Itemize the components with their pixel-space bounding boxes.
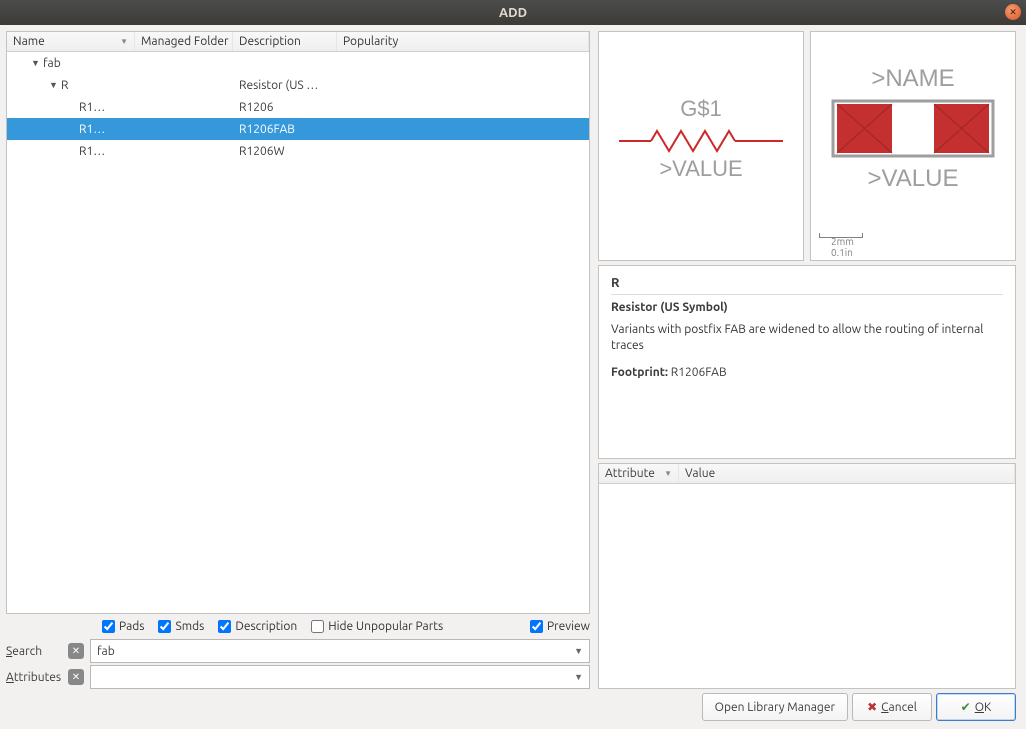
clear-search-button[interactable]: ✕ <box>68 643 84 659</box>
svg-text:>VALUE: >VALUE <box>868 165 959 192</box>
tree-cell-name: R1… <box>7 101 135 114</box>
tree-cell-desc: Resistor (US … <box>233 79 337 92</box>
attribute-table[interactable]: Attribute ▼ Value <box>598 463 1016 689</box>
expand-icon[interactable]: ▼ <box>31 58 39 68</box>
cancel-button[interactable]: ✖ Cancel <box>852 693 932 721</box>
tree-header: Name ▼ Managed Folder Description Popula… <box>7 32 589 52</box>
tree-node-name: fab <box>43 57 61 70</box>
left-column: Name ▼ Managed Folder Description Popula… <box>6 31 590 689</box>
attr-col-attribute[interactable]: Attribute ▼ <box>599 464 679 483</box>
tree-cell-name: ▼R <box>7 79 135 92</box>
tree-cell-name: R1… <box>7 145 135 158</box>
attributes-label: Attributes <box>6 671 62 684</box>
component-heading: R <box>611 276 1003 290</box>
footprint-value: R1206FAB <box>671 366 727 379</box>
attributes-input[interactable]: ▼ <box>90 665 590 689</box>
component-tree[interactable]: Name ▼ Managed Folder Description Popula… <box>6 31 590 614</box>
pads-label: Pads <box>119 620 144 633</box>
cancel-icon: ✖ <box>867 700 877 714</box>
libmgr-label: Open Library Manager <box>715 701 835 714</box>
tree-cell-name: ▼ fab <box>7 57 135 70</box>
col-header-popularity[interactable]: Popularity <box>337 32 589 51</box>
footprint-svg: >NAME >VALUE <box>813 46 1013 246</box>
close-icon[interactable]: ✕ <box>1005 4 1021 20</box>
ok-icon: ✔ <box>961 700 971 714</box>
window-title: ADD <box>0 6 1026 20</box>
open-library-manager-button[interactable]: Open Library Manager <box>702 693 848 721</box>
schematic-svg: G$1 >VALUE <box>601 71 801 221</box>
smds-checkbox[interactable]: Smds <box>158 620 204 633</box>
col-header-name-label: Name <box>13 35 45 48</box>
tree-node-name: R1… <box>79 123 105 136</box>
footprint-line: Footprint: R1206FAB <box>611 366 1003 379</box>
sort-chevron-icon: ▼ <box>120 37 128 46</box>
component-body: Variants with postfix FAB are widened to… <box>611 322 1003 354</box>
scale-indicator: 2mm 0.1in <box>819 231 863 258</box>
preview-checkbox[interactable]: Preview <box>530 620 590 633</box>
footprint-preview: >NAME >VALUE 2mm 0.1in <box>810 31 1016 261</box>
search-input[interactable]: fab ▼ <box>90 639 590 663</box>
smds-label: Smds <box>175 620 204 633</box>
tree-cell-desc: R1206W <box>233 145 337 158</box>
description-checkbox[interactable]: Description <box>218 620 297 633</box>
tree-row[interactable]: R1… R1206 <box>7 96 589 118</box>
search-label: Search <box>6 645 62 658</box>
tree-row[interactable]: R1… R1206FAB <box>7 118 589 140</box>
right-column: G$1 >VALUE >NAME >VALUE <box>598 31 1016 689</box>
footprint-label: Footprint: <box>611 366 668 379</box>
tree-cell-desc: R1206FAB <box>233 123 337 136</box>
svg-text:>VALUE: >VALUE <box>659 156 742 181</box>
col-header-name[interactable]: Name ▼ <box>7 32 135 51</box>
titlebar: ADD ✕ <box>0 0 1026 25</box>
tree-row[interactable]: R1… R1206W <box>7 140 589 162</box>
preview-label: Preview <box>547 620 590 633</box>
component-title: Resistor (US Symbol) <box>611 301 1003 314</box>
tree-node-name: R1… <box>79 145 105 158</box>
tree-cell-desc: R1206 <box>233 101 337 114</box>
expand-icon[interactable]: ▼ <box>49 80 57 90</box>
description-label: Description <box>235 620 297 633</box>
sort-chevron-icon: ▼ <box>664 469 672 478</box>
pads-checkbox[interactable]: Pads <box>102 620 144 633</box>
tree-row[interactable]: ▼RResistor (US … <box>7 74 589 96</box>
attr-col-value[interactable]: Value <box>679 464 1015 483</box>
ok-button[interactable]: ✔ OK <box>936 693 1016 721</box>
hide-unpopular-label: Hide Unpopular Parts <box>328 620 443 633</box>
dialog-content: Name ▼ Managed Folder Description Popula… <box>0 25 1026 695</box>
tree-cell-name: R1… <box>7 123 135 136</box>
tree-row[interactable]: ▼ fab <box>7 52 589 74</box>
search-value: fab <box>97 645 115 658</box>
col-header-managed[interactable]: Managed Folder <box>135 32 233 51</box>
tree-node-name: R1… <box>79 101 105 114</box>
ok-label: OK <box>975 701 992 714</box>
preview-row: G$1 >VALUE >NAME >VALUE <box>598 31 1016 261</box>
clear-attributes-button[interactable]: ✕ <box>68 669 84 685</box>
cancel-label: Cancel <box>881 701 917 714</box>
chevron-down-icon[interactable]: ▼ <box>574 646 583 656</box>
attribute-header: Attribute ▼ Value <box>599 464 1015 484</box>
svg-text:>NAME: >NAME <box>871 65 954 92</box>
attributes-row: Attributes ✕ ▼ <box>6 665 590 689</box>
svg-text:G$1: G$1 <box>680 96 722 121</box>
col-header-description[interactable]: Description <box>233 32 337 51</box>
tree-node-name: R <box>61 79 69 92</box>
search-row: Search ✕ fab ▼ <box>6 639 590 663</box>
chevron-down-icon[interactable]: ▼ <box>574 672 583 682</box>
schematic-preview: G$1 >VALUE <box>598 31 804 261</box>
filters-row: Pads Smds Description Hide Unpopular Par… <box>6 614 590 637</box>
hide-unpopular-checkbox[interactable]: Hide Unpopular Parts <box>311 620 443 633</box>
dialog-buttons: Open Library Manager ✖ Cancel ✔ OK <box>702 693 1016 721</box>
description-panel: R Resistor (US Symbol) Variants with pos… <box>598 265 1016 459</box>
